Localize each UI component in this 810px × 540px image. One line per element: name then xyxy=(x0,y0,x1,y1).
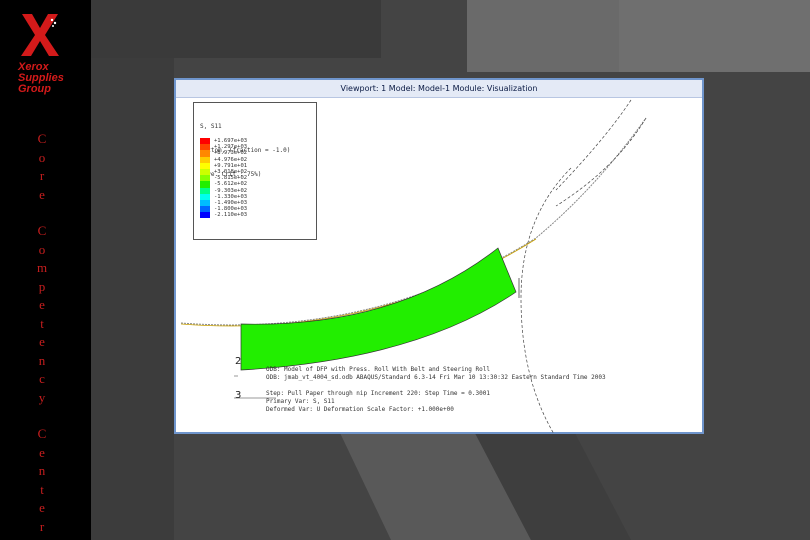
bg-block xyxy=(91,0,381,58)
marker-2: 2 xyxy=(235,356,242,367)
legend-rows: +1.697e+03 +1.297e+03 +8.973e+02 +4.976e… xyxy=(200,138,247,219)
stress-legend: S, S11 Bottom, (fraction = -1.0) (Ave. C… xyxy=(193,102,317,240)
bg-block xyxy=(467,0,619,72)
marker-3: 3 xyxy=(235,390,242,401)
legend-row: -2.110e+03 xyxy=(200,212,247,219)
abaqus-viewport[interactable]: Viewport: 1 Model: Model-1 Module: Visua… xyxy=(174,78,704,434)
viewport-title: Viewport: 1 Model: Model-1 Module: Visua… xyxy=(176,80,702,98)
brand-sidebar: Xerox Supplies Group Core Competency Cen… xyxy=(0,0,91,540)
brand-name: Xerox Supplies Group xyxy=(18,61,64,95)
vertical-caption: Core Competency Center xyxy=(36,131,48,534)
step-info-line: Step: Pull Paper through nip Increment 2… xyxy=(266,390,490,397)
deformed-belt-shape xyxy=(240,247,517,371)
primary-var-line: Primary Var: S, S11 xyxy=(266,398,335,405)
odb-info-line: ODB: Model of DFP with Press. Roll With … xyxy=(266,366,490,373)
deformed-var-line: Deformed Var: U Deformation Scale Factor… xyxy=(266,406,454,413)
odb-info-line: ODB: jmab_vt_4004_sd.odb ABAQUS/Standard… xyxy=(266,374,606,381)
xerox-x-logo-icon xyxy=(21,14,59,56)
bg-block xyxy=(619,0,810,72)
